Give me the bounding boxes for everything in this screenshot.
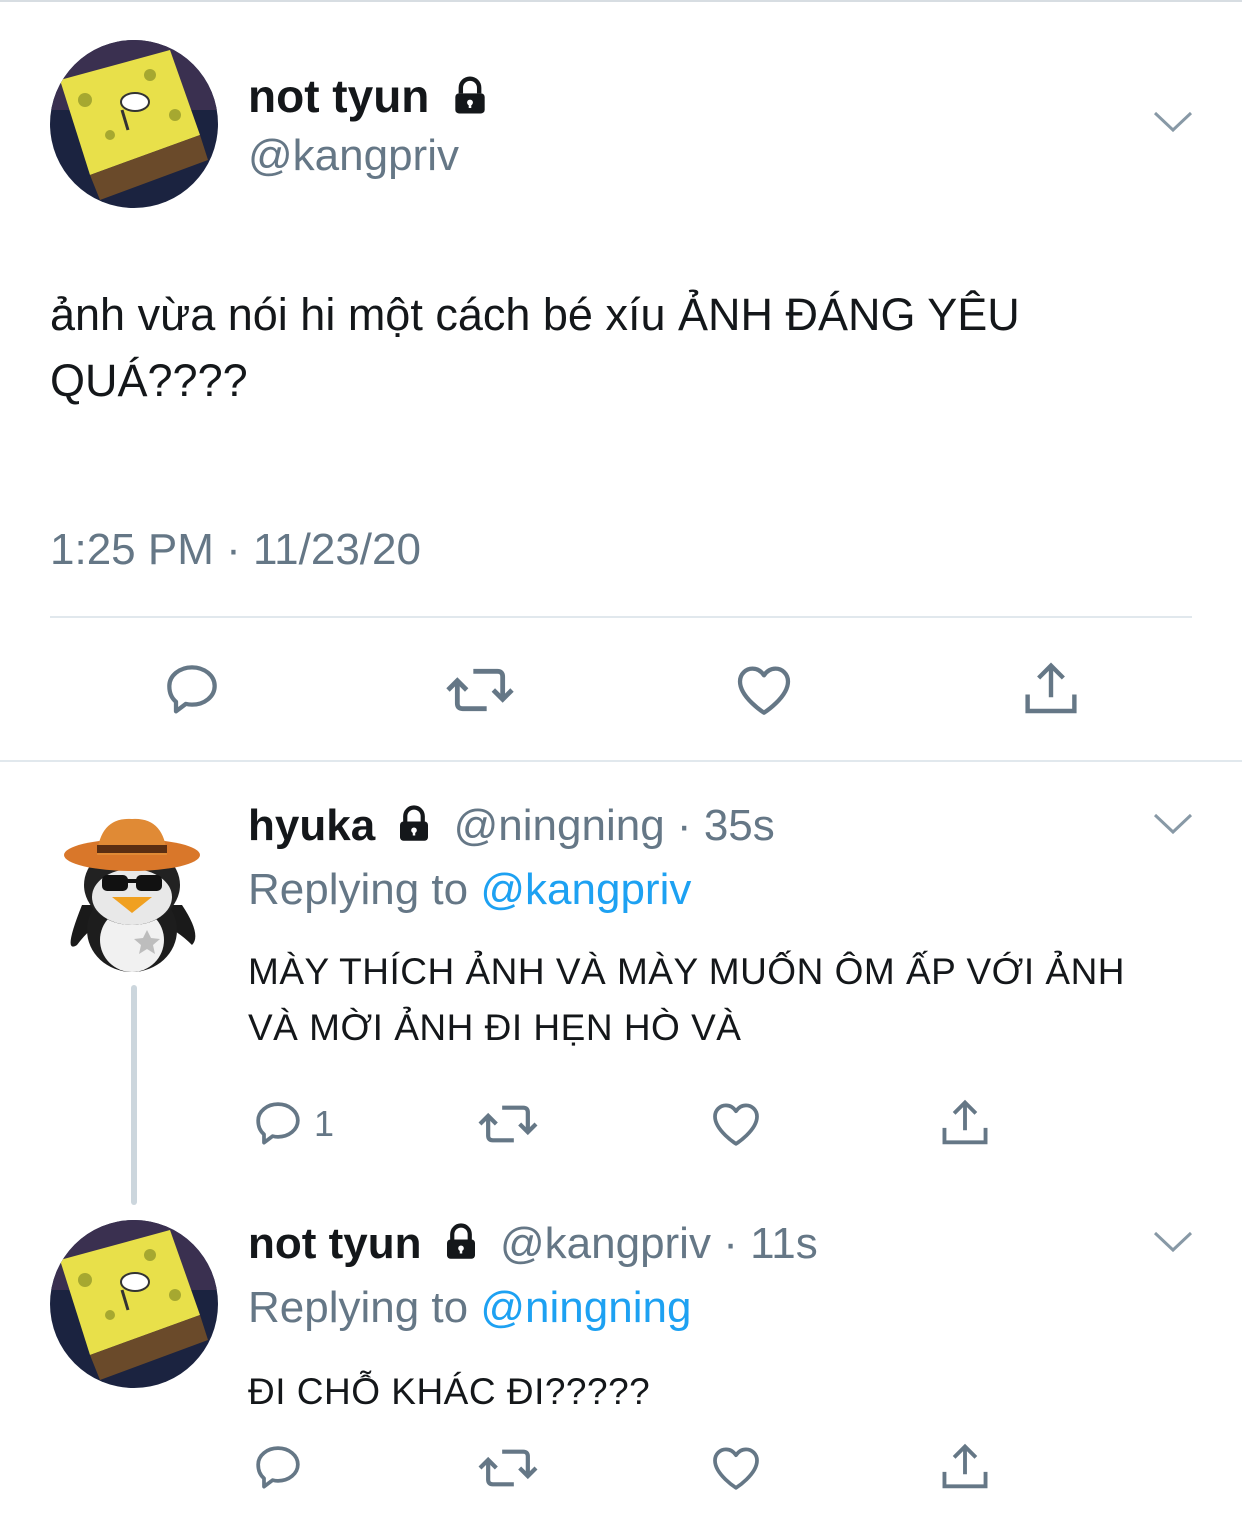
reply-button[interactable] <box>250 1440 306 1496</box>
heart-icon <box>737 666 791 715</box>
lock-icon <box>455 76 485 114</box>
like-button[interactable] <box>732 658 796 722</box>
lock-icon <box>446 1223 475 1260</box>
heart-icon <box>713 1103 759 1146</box>
tweet-time[interactable]: 35s <box>704 801 775 850</box>
share-icon <box>942 1099 988 1145</box>
thread-line <box>131 985 137 1205</box>
chevron-down-icon[interactable] <box>1152 1228 1194 1256</box>
user-handle[interactable]: @kangpriv <box>500 1219 711 1268</box>
divider <box>50 616 1192 618</box>
mention-link[interactable]: @kangpriv <box>480 865 691 914</box>
reply-header: not tyun @kangpriv · 11s <box>248 1216 818 1272</box>
share-button[interactable] <box>1018 656 1084 722</box>
retweet-button[interactable] <box>476 1440 540 1496</box>
mention-link[interactable]: @ningning <box>480 1283 691 1332</box>
user-handle[interactable]: @kangpriv <box>248 128 459 184</box>
spongebob-avatar-icon <box>50 1220 218 1388</box>
reply-icon <box>167 665 217 714</box>
replying-to: Replying to @kangpriv <box>248 865 692 914</box>
avatar[interactable] <box>50 1220 218 1388</box>
display-name[interactable]: hyuka <box>248 801 375 850</box>
reply-icon <box>256 1102 300 1145</box>
avatar[interactable] <box>50 40 218 208</box>
spongebob-avatar-icon <box>50 40 218 208</box>
retweet-icon <box>446 668 514 712</box>
reply-count: 1 <box>314 1103 335 1144</box>
top-border <box>0 0 1242 2</box>
share-button[interactable] <box>936 1438 994 1496</box>
user-handle[interactable]: @ningning <box>454 801 665 850</box>
display-name[interactable]: not tyun <box>248 1219 422 1268</box>
separator-dot: · <box>723 1219 738 1268</box>
chevron-down-icon[interactable] <box>1152 810 1194 838</box>
like-button[interactable] <box>708 1440 764 1496</box>
retweet-icon <box>478 1105 538 1143</box>
reply-button[interactable]: 1 <box>250 1096 334 1152</box>
share-icon <box>942 1443 988 1489</box>
share-icon <box>1025 662 1077 714</box>
section-separator <box>0 760 1242 762</box>
replying-to: Replying to @ningning <box>248 1283 692 1332</box>
reply-icon <box>256 1446 300 1489</box>
tweet-time[interactable]: 11s <box>750 1219 818 1268</box>
heart-icon <box>713 1447 759 1490</box>
retweet-icon <box>478 1449 538 1487</box>
like-button[interactable] <box>708 1096 764 1152</box>
lock-icon <box>400 805 429 842</box>
tweet-text: ảnh vừa nói hi một cách bé xíu ẢNH ĐÁNG … <box>50 289 1020 406</box>
chevron-down-icon[interactable] <box>1152 108 1194 136</box>
display-name[interactable]: not tyun <box>248 66 492 126</box>
penguin-cowboy-avatar-icon <box>52 805 212 975</box>
reply-header: hyuka @ningning · 35s <box>248 798 775 854</box>
separator-dot: · <box>676 801 692 850</box>
retweet-button[interactable] <box>476 1096 540 1152</box>
reply-button[interactable] <box>160 658 224 722</box>
reply-text: MÀY THÍCH ẢNH VÀ MÀY MUỐN ÔM ẤP VỚI ẢNH … <box>248 951 1126 1048</box>
retweet-button[interactable] <box>444 658 516 722</box>
reply-text: ĐI CHỖ KHÁC ĐI????? <box>248 1371 651 1412</box>
tweet-timestamp[interactable]: 1:25 PM · 11/23/20 <box>50 522 421 578</box>
avatar[interactable] <box>52 805 212 975</box>
share-button[interactable] <box>936 1094 994 1152</box>
